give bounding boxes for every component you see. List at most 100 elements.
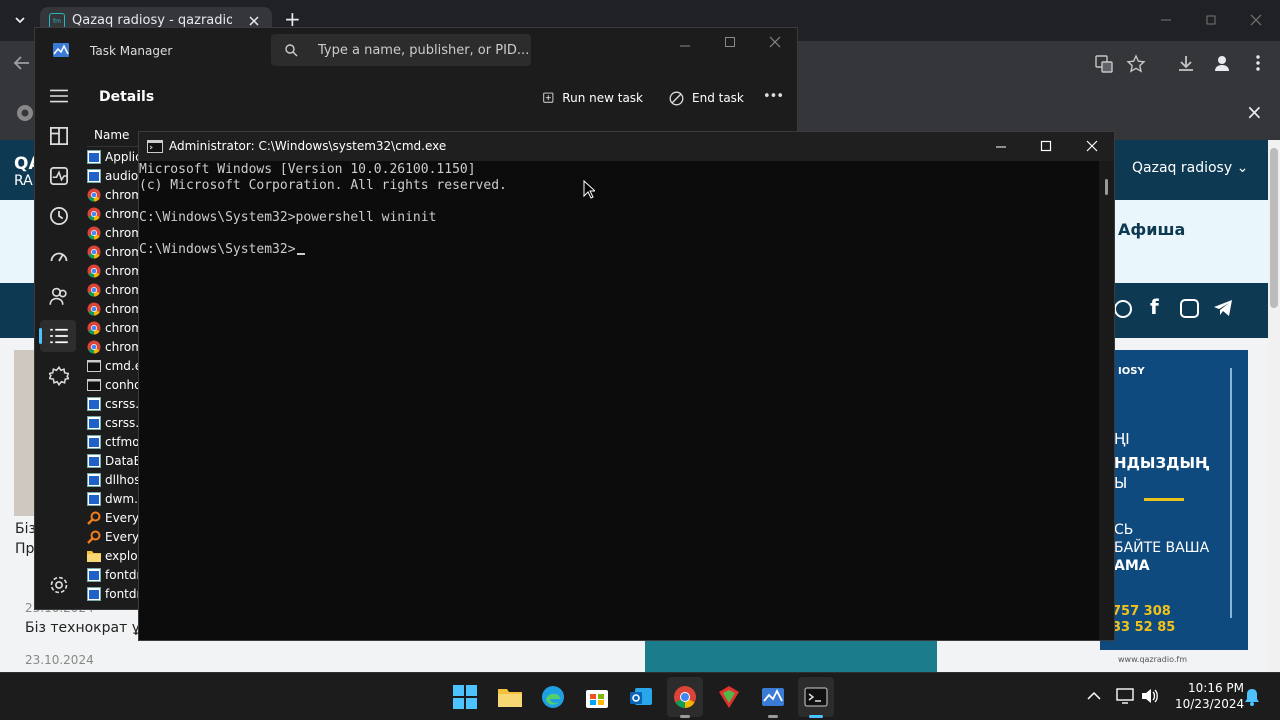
chrome-icon bbox=[87, 188, 101, 202]
scrollbar-thumb[interactable] bbox=[1270, 148, 1278, 308]
process-name: explor bbox=[105, 548, 143, 563]
cmd-title: Administrator: C:\Windows\system32\cmd.e… bbox=[169, 139, 447, 153]
infobar-close-button[interactable]: × bbox=[1246, 100, 1263, 124]
run-new-task-icon bbox=[543, 92, 554, 103]
app-icon bbox=[87, 149, 101, 164]
users-nav-icon[interactable] bbox=[49, 286, 69, 306]
teaser-line-1: Біз bbox=[15, 521, 36, 537]
app-icon bbox=[87, 434, 101, 449]
network-icon[interactable] bbox=[1116, 688, 1134, 704]
cmd-line bbox=[139, 194, 507, 210]
close-window-icon[interactable] bbox=[1250, 14, 1262, 26]
nav-dropdown-qazaq-radiosy[interactable]: Qazaq radiosy ⌄ bbox=[1132, 160, 1248, 176]
news-thumb[interactable] bbox=[645, 641, 937, 672]
minimize-icon[interactable] bbox=[1160, 14, 1172, 26]
cmd-output[interactable]: Microsoft Windows [Version 10.0.26100.11… bbox=[139, 162, 507, 258]
app-icon bbox=[87, 396, 101, 411]
cmd-minimize-icon[interactable] bbox=[995, 141, 1007, 153]
cmd-close-icon[interactable] bbox=[1086, 140, 1098, 152]
task-manager-taskbar-icon[interactable] bbox=[761, 685, 785, 709]
file-explorer-icon[interactable] bbox=[497, 685, 523, 709]
console-app-icon bbox=[147, 140, 163, 153]
app-icon bbox=[87, 491, 101, 506]
cmd-maximize-icon[interactable] bbox=[1040, 140, 1052, 152]
nav-afisha[interactable]: Афиша bbox=[1118, 220, 1185, 239]
download-icon[interactable] bbox=[1177, 54, 1195, 72]
chrome-icon bbox=[87, 226, 101, 240]
console-icon bbox=[87, 359, 101, 373]
start-windows-icon[interactable] bbox=[453, 685, 477, 709]
hamburger-menu-icon[interactable] bbox=[49, 86, 69, 106]
ad-frame-line bbox=[1230, 368, 1232, 618]
bookmark-star-icon[interactable] bbox=[1126, 54, 1146, 74]
microsoft-store-icon[interactable] bbox=[585, 685, 609, 709]
ad-line-1: ҢІ bbox=[1114, 430, 1130, 448]
performance-nav-icon[interactable] bbox=[49, 166, 69, 186]
process-name: fontdr bbox=[105, 586, 142, 601]
end-task-button[interactable]: End task bbox=[669, 87, 745, 109]
instagram-icon[interactable] bbox=[1180, 299, 1199, 318]
settings-gear-icon[interactable] bbox=[49, 575, 69, 595]
services-nav-icon[interactable] bbox=[49, 366, 69, 386]
column-header-name[interactable]: Name bbox=[94, 128, 129, 142]
process-name: DataE bbox=[105, 453, 142, 468]
volume-icon[interactable] bbox=[1141, 688, 1159, 704]
ad-line-5: БАЙТЕ ВАША bbox=[1114, 540, 1210, 556]
telegram-icon[interactable] bbox=[1213, 299, 1233, 317]
cmd-line: C:\Windows\System32> bbox=[139, 242, 507, 258]
chrome-taskbar-icon[interactable] bbox=[673, 685, 697, 709]
chrome-running-indicator bbox=[680, 715, 690, 718]
app-icon bbox=[87, 168, 101, 183]
end-task-label: End task bbox=[692, 91, 744, 105]
app-history-nav-icon[interactable] bbox=[49, 206, 69, 226]
clock-date[interactable]: 10/23/2024 bbox=[1175, 697, 1244, 711]
show-hidden-icons-chevron-icon[interactable] bbox=[1087, 690, 1101, 702]
profile-icon[interactable] bbox=[1212, 53, 1232, 73]
end-task-icon bbox=[669, 91, 684, 105]
tm-maximize-icon[interactable] bbox=[724, 36, 736, 48]
facebook-icon[interactable]: f bbox=[1150, 295, 1159, 319]
avast-secure-browser-icon[interactable] bbox=[717, 685, 741, 709]
cmd-line: (c) Microsoft Corporation. All rights re… bbox=[139, 178, 507, 193]
maximize-icon[interactable] bbox=[1205, 14, 1217, 26]
run-new-task-label: Run new task bbox=[562, 91, 643, 105]
details-nav-icon[interactable] bbox=[49, 326, 69, 346]
process-search-box[interactable]: Type a name, publisher, or PID... bbox=[271, 34, 531, 66]
run-new-task-button[interactable]: Run new task bbox=[543, 87, 643, 109]
notification-bell-icon[interactable] bbox=[1244, 688, 1260, 706]
process-name: fontdr bbox=[105, 567, 142, 582]
app-icon bbox=[87, 453, 101, 468]
app-icon bbox=[87, 586, 101, 601]
back-arrow-icon[interactable] bbox=[13, 55, 31, 71]
terminal-taskbar-icon[interactable] bbox=[804, 685, 828, 709]
cmd-window: Administrator: C:\Windows\system32\cmd.e… bbox=[138, 131, 1115, 641]
cmd-titlebar: Administrator: C:\Windows\system32\cmd.e… bbox=[139, 132, 1114, 161]
page-scrollbar[interactable] bbox=[1268, 140, 1280, 672]
translate-icon[interactable] bbox=[1094, 54, 1114, 74]
cmd-scrollbar[interactable] bbox=[1099, 161, 1114, 640]
ad-banner[interactable]: IOSY ҢІ НДЫЗДЫҢ Ы СЬ БАЙТЕ ВАША АМА 757 … bbox=[1100, 350, 1248, 672]
edge-browser-icon[interactable] bbox=[541, 685, 565, 709]
more-options-button[interactable]: ••• bbox=[763, 89, 784, 104]
tab-search-button[interactable] bbox=[8, 8, 32, 32]
outlook-icon[interactable] bbox=[629, 685, 653, 709]
cmd-scrollbar-thumb[interactable] bbox=[1105, 179, 1108, 195]
processes-nav-icon[interactable] bbox=[49, 126, 69, 146]
task-manager-app-icon bbox=[53, 43, 69, 57]
cmd-line bbox=[139, 226, 507, 242]
tm-minimize-icon[interactable] bbox=[679, 40, 691, 52]
menu-kebab-icon[interactable] bbox=[1252, 54, 1264, 72]
startup-apps-nav-icon[interactable] bbox=[49, 246, 69, 266]
ad-footer: www.qazradio.fm bbox=[1118, 655, 1188, 664]
mouse-cursor-icon bbox=[583, 180, 595, 199]
ad-divider bbox=[1144, 498, 1184, 501]
app-icon bbox=[87, 415, 101, 430]
chrome-icon bbox=[87, 321, 101, 335]
process-name: dllhos bbox=[105, 472, 141, 487]
close-tab-icon[interactable] bbox=[248, 15, 260, 27]
tm-close-icon[interactable] bbox=[769, 36, 781, 48]
whatsapp-icon[interactable] bbox=[1114, 300, 1132, 318]
ad-line-3: Ы bbox=[1114, 474, 1128, 492]
clock-time[interactable]: 10:16 PM bbox=[1188, 681, 1244, 695]
chevron-down-icon bbox=[15, 17, 25, 24]
